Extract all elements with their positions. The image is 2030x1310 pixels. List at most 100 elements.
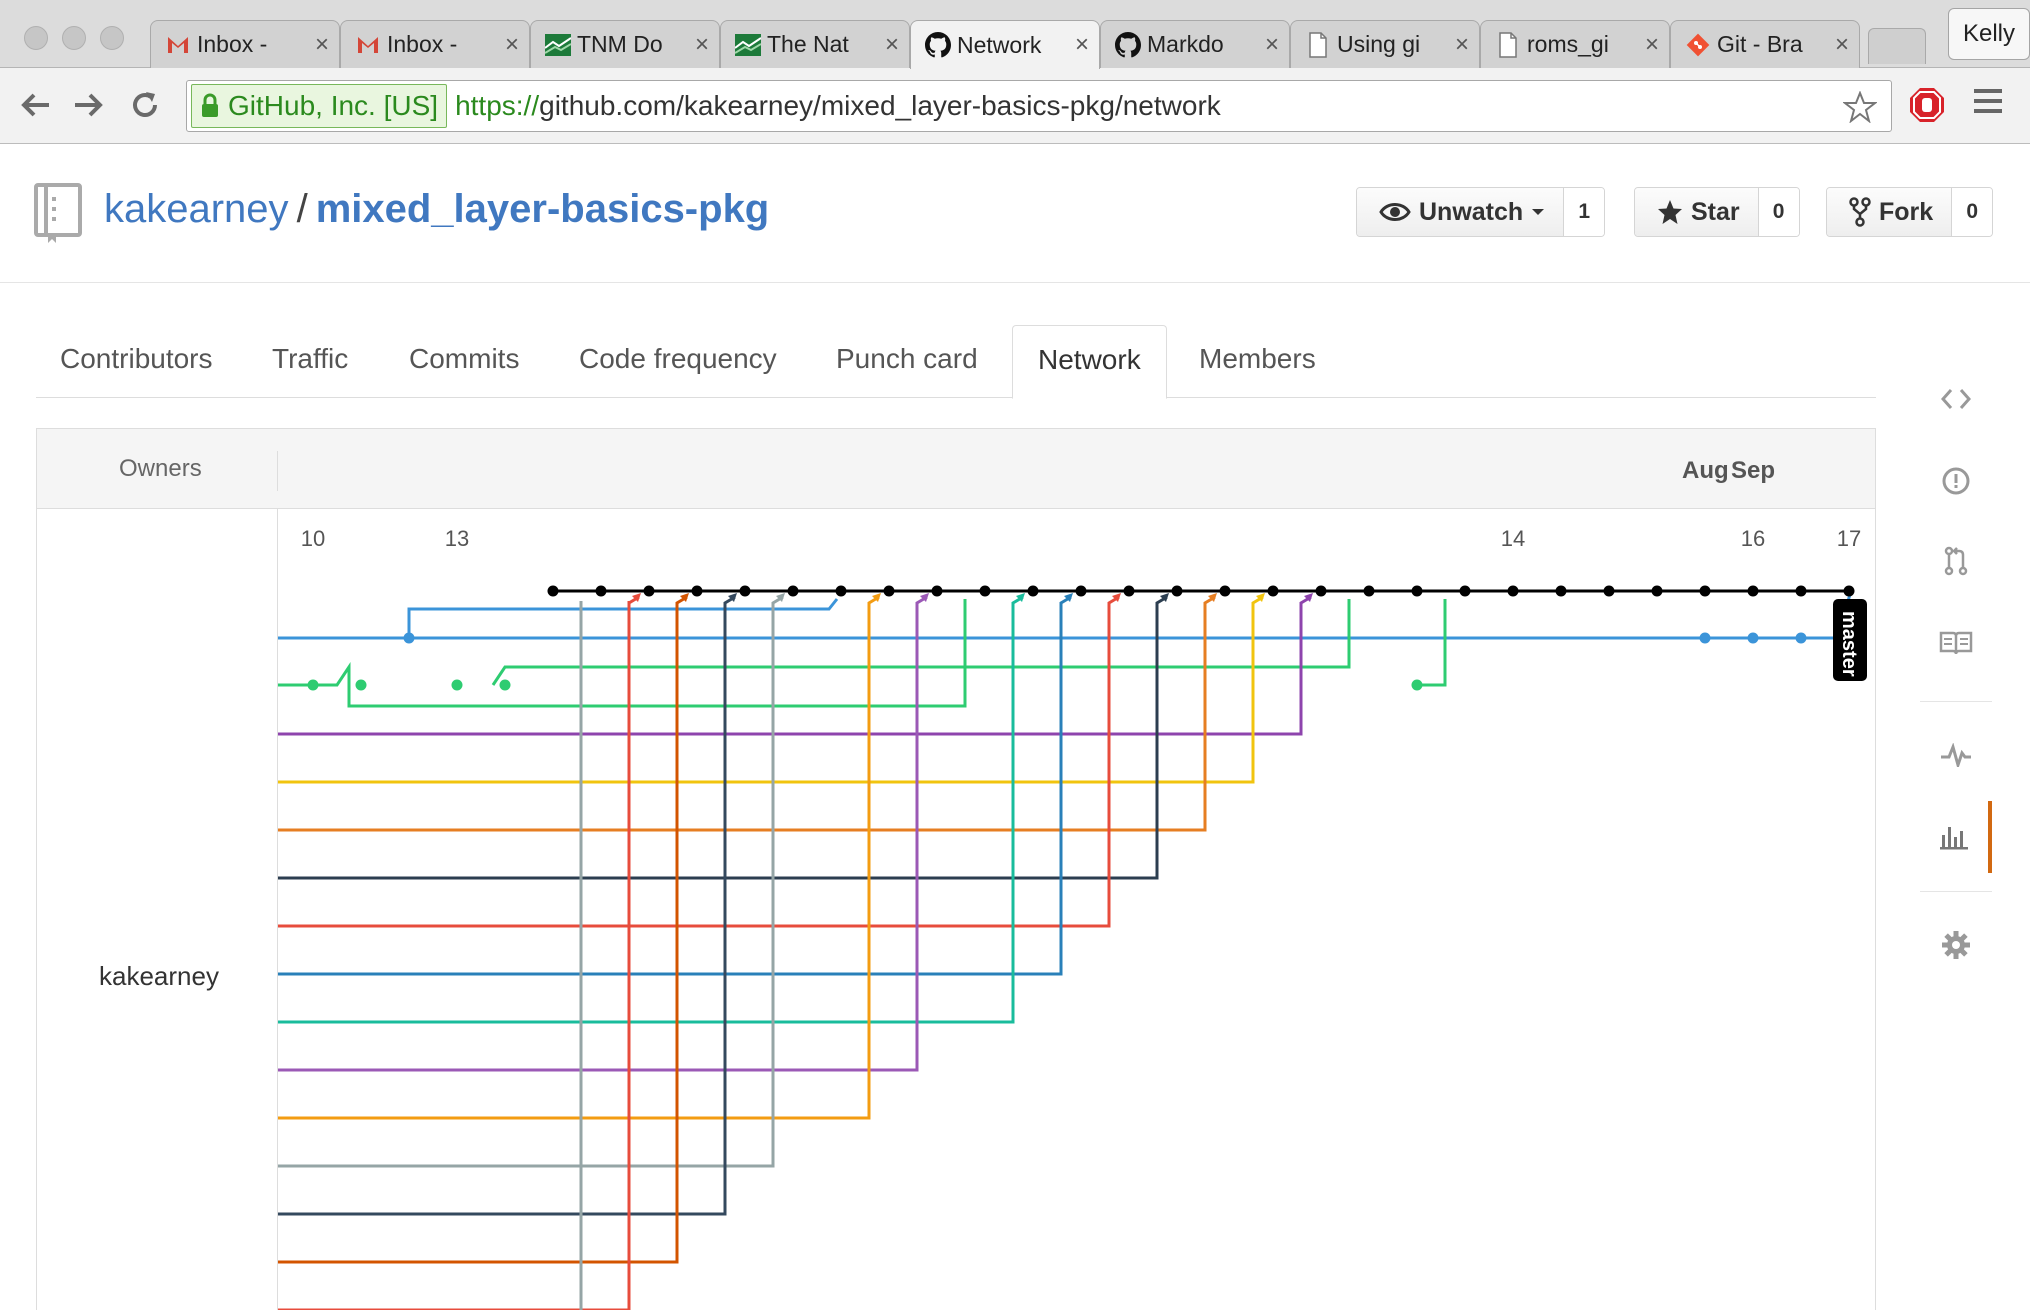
branch-label-master: master — [1838, 611, 1860, 677]
commit-dot — [979, 585, 991, 597]
close-tab-icon[interactable]: × — [315, 31, 329, 59]
repo-name-link[interactable]: mixed_layer-basics-pkg — [316, 187, 770, 231]
browser-toolbar: GitHub, Inc. [US] https://github.com/kak… — [0, 68, 2030, 144]
graphs-icon[interactable] — [1920, 801, 1992, 873]
repo-book-icon — [34, 183, 82, 250]
commit-dot — [1747, 585, 1759, 597]
bookmark-star-icon[interactable] — [1842, 90, 1878, 128]
close-tab-icon[interactable]: × — [1835, 31, 1849, 59]
commit-dot — [1411, 679, 1423, 691]
close-tab-icon[interactable]: × — [695, 31, 709, 59]
minimize-window-button[interactable] — [62, 26, 86, 50]
unwatch-button[interactable]: Unwatch — [1357, 188, 1565, 236]
gmail-icon — [355, 32, 381, 58]
commit-dot — [1027, 585, 1039, 597]
commit-dot — [931, 585, 943, 597]
tab-punch-card[interactable]: Punch card — [836, 343, 978, 375]
forks-count[interactable]: 0 — [1952, 188, 1993, 236]
browser-tab-inbox-1[interactable]: Inbox - × — [150, 20, 340, 68]
tab-members[interactable]: Members — [1199, 343, 1316, 375]
commit-dot — [1315, 585, 1327, 597]
github-icon — [1115, 31, 1141, 58]
star-button[interactable]: Star — [1635, 188, 1759, 236]
commit-dot — [1651, 585, 1663, 597]
stars-count[interactable]: 0 — [1758, 188, 1799, 236]
commit-dot — [1795, 585, 1807, 597]
commit-dot — [1363, 585, 1375, 597]
adblock-extension-icon[interactable] — [1908, 86, 1946, 129]
fork-group: Fork 0 — [1826, 187, 1994, 237]
issues-icon[interactable] — [1920, 445, 1992, 517]
browser-tab-tnm[interactable]: TNM Do × — [530, 20, 720, 68]
repo-sidebar — [1920, 335, 2000, 1015]
new-tab-button[interactable] — [1868, 28, 1926, 64]
tab-network[interactable]: Network — [1012, 325, 1167, 399]
repo-owner-link[interactable]: kakearney — [104, 187, 289, 231]
ev-certificate-badge[interactable]: GitHub, Inc. [US] — [191, 84, 448, 128]
settings-gear-icon[interactable] — [1920, 909, 1992, 981]
commit-dot — [1699, 585, 1711, 597]
pull-request-icon[interactable] — [1920, 525, 1992, 597]
fork-icon — [1849, 197, 1871, 227]
wiki-book-icon[interactable] — [1920, 607, 1992, 679]
close-tab-icon[interactable]: × — [505, 31, 519, 59]
unwatch-group: Unwatch 1 — [1356, 187, 1606, 237]
browser-tab-inbox-2[interactable]: Inbox - × — [340, 20, 530, 68]
branch-line — [491, 599, 1351, 686]
browser-tab-network[interactable]: Network × — [910, 20, 1100, 69]
git-icon — [1685, 32, 1711, 58]
close-tab-icon[interactable]: × — [1265, 31, 1279, 59]
close-tab-icon[interactable]: × — [1455, 31, 1469, 59]
close-window-button[interactable] — [24, 26, 48, 50]
browser-tab-roms-git[interactable]: roms_gi × — [1480, 20, 1670, 68]
reload-icon[interactable] — [122, 82, 168, 128]
day-tick-label: 10 — [301, 526, 325, 551]
network-graph[interactable]: 10 13 14 16 17 master — [37, 429, 1875, 1310]
branch-line — [278, 599, 967, 708]
pulse-icon[interactable] — [1920, 719, 1992, 791]
forward-icon[interactable] — [66, 82, 112, 128]
tab-traffic[interactable]: Traffic — [272, 343, 348, 375]
browser-tab-markdown[interactable]: Markdo × — [1100, 20, 1290, 68]
browser-tab-the-nat[interactable]: The Nat × — [720, 20, 910, 68]
day-tick-label: 14 — [1501, 526, 1525, 551]
commit-dot — [595, 585, 607, 597]
fork-button[interactable]: Fork — [1827, 188, 1953, 236]
address-bar[interactable]: GitHub, Inc. [US] https://github.com/kak… — [186, 80, 1892, 132]
code-icon[interactable] — [1920, 363, 1992, 435]
commit-dot — [1219, 585, 1231, 597]
commit-dot — [451, 679, 463, 691]
profile-button[interactable]: Kelly — [1948, 8, 2030, 60]
tab-code-frequency[interactable]: Code frequency — [579, 343, 777, 375]
branch-line — [1417, 599, 1447, 687]
commit-dot — [739, 585, 751, 597]
commit-dot — [547, 585, 559, 597]
close-tab-icon[interactable]: × — [885, 31, 899, 59]
commit-dot — [787, 585, 799, 597]
commit-dot — [1267, 585, 1279, 597]
back-icon[interactable] — [12, 82, 58, 128]
tab-contributors[interactable]: Contributors — [60, 343, 213, 375]
graphs-tab-nav: Contributors Traffic Commits Code freque… — [36, 325, 1876, 399]
day-tick-label: 17 — [1837, 526, 1861, 551]
github-icon — [925, 32, 951, 58]
menu-hamburger-icon[interactable] — [1972, 86, 2004, 121]
star-group: Star 0 — [1634, 187, 1800, 237]
commit-dot — [835, 585, 847, 597]
commit-dot — [883, 585, 895, 597]
browser-tab-git-branching[interactable]: Git - Bra × — [1670, 20, 1860, 68]
close-tab-icon[interactable]: × — [1075, 31, 1089, 59]
star-icon — [1658, 200, 1682, 224]
zoom-window-button[interactable] — [100, 26, 124, 50]
commit-dot — [1507, 585, 1519, 597]
commit-dot — [691, 585, 703, 597]
commit-dot — [1843, 585, 1855, 597]
browser-tab-using-git[interactable]: Using gi × — [1290, 20, 1480, 68]
branch-line — [278, 595, 1216, 832]
day-tick-label: 13 — [445, 526, 469, 551]
page-icon — [1495, 31, 1521, 58]
commit-dot — [1123, 585, 1135, 597]
watchers-count[interactable]: 1 — [1564, 188, 1605, 236]
tab-commits[interactable]: Commits — [409, 343, 519, 375]
close-tab-icon[interactable]: × — [1645, 31, 1659, 59]
